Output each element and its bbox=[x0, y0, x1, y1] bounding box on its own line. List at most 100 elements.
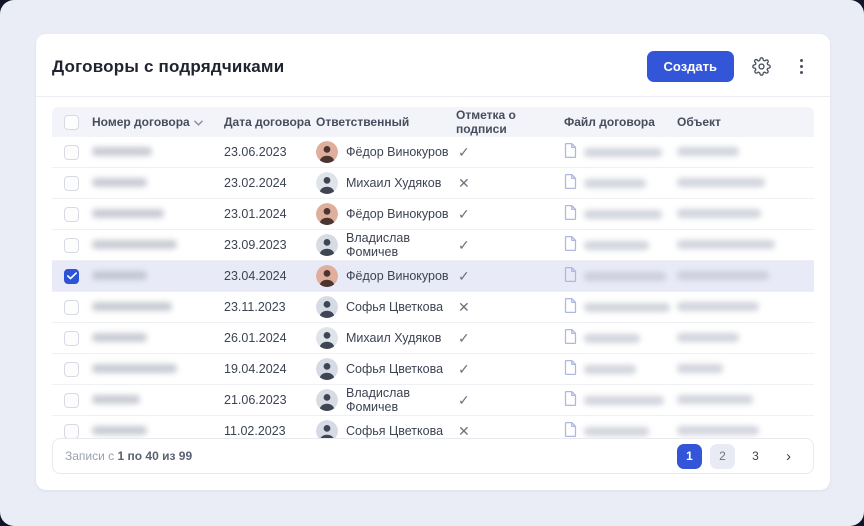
column-header-responsible[interactable]: Ответственный bbox=[316, 115, 456, 129]
card-header: Договоры с подрядчиками Создать bbox=[36, 34, 830, 97]
row-checkbox[interactable] bbox=[64, 269, 79, 284]
document-icon bbox=[564, 205, 577, 223]
signature-mark-icon: ✕ bbox=[456, 175, 564, 192]
contract-number-redacted bbox=[92, 238, 224, 252]
contract-date: 11.02.2023 bbox=[224, 424, 316, 438]
app-background: Договоры с подрядчиками Создать bbox=[0, 0, 864, 526]
contract-number-redacted bbox=[92, 362, 224, 376]
create-button[interactable]: Создать bbox=[647, 51, 734, 82]
signature-mark-icon: ✓ bbox=[456, 206, 564, 223]
table-body: 23.06.2023 Фёдор Винокуров ✓ 23.02.2024 … bbox=[52, 137, 814, 447]
table-row[interactable]: 23.09.2023 Владислав Фомичев ✓ bbox=[52, 230, 814, 261]
column-header-object[interactable]: Объект bbox=[677, 115, 814, 129]
contracts-card: Договоры с подрядчиками Создать bbox=[36, 34, 830, 490]
page-button-3[interactable]: 3 bbox=[743, 444, 768, 469]
contract-file-redacted bbox=[564, 267, 677, 285]
avatar bbox=[316, 296, 338, 318]
header-actions: Создать bbox=[647, 51, 814, 82]
table-row[interactable]: 23.01.2024 Фёдор Винокуров ✓ bbox=[52, 199, 814, 230]
responsible-name: Михаил Худяков bbox=[346, 176, 441, 190]
contract-date: 23.09.2023 bbox=[224, 238, 316, 252]
contract-date: 23.01.2024 bbox=[224, 207, 316, 221]
document-icon bbox=[564, 360, 577, 378]
object-redacted bbox=[677, 145, 814, 159]
signature-mark-icon: ✓ bbox=[456, 144, 564, 161]
row-checkbox[interactable] bbox=[64, 393, 79, 408]
contract-file-redacted bbox=[564, 329, 677, 347]
row-checkbox[interactable] bbox=[64, 331, 79, 346]
object-redacted bbox=[677, 207, 814, 221]
row-checkbox[interactable] bbox=[64, 176, 79, 191]
kebab-menu-icon bbox=[800, 59, 803, 74]
responsible-name: Владислав Фомичев bbox=[346, 231, 456, 259]
select-all-checkbox[interactable] bbox=[64, 115, 79, 130]
responsible-name: Владислав Фомичев bbox=[346, 386, 456, 414]
contract-date: 23.06.2023 bbox=[224, 145, 316, 159]
table-row[interactable]: 23.04.2024 Фёдор Винокуров ✓ bbox=[52, 261, 814, 292]
page-button-1[interactable]: 1 bbox=[677, 444, 702, 469]
responsible-name: Софья Цветкова bbox=[346, 300, 443, 314]
document-icon bbox=[564, 174, 577, 192]
contract-number-redacted bbox=[92, 176, 224, 190]
avatar bbox=[316, 203, 338, 225]
contract-date: 26.01.2024 bbox=[224, 331, 316, 345]
avatar bbox=[316, 358, 338, 380]
signature-mark-icon: ✓ bbox=[456, 392, 564, 409]
avatar bbox=[316, 234, 338, 256]
contract-date: 23.11.2023 bbox=[224, 300, 316, 314]
row-checkbox[interactable] bbox=[64, 145, 79, 160]
object-redacted bbox=[677, 331, 814, 345]
responsible-name: Фёдор Винокуров bbox=[346, 207, 449, 221]
column-header-file[interactable]: Файл договора bbox=[564, 115, 677, 129]
contract-file-redacted bbox=[564, 143, 677, 161]
object-redacted bbox=[677, 269, 814, 283]
column-header-signature[interactable]: Отметка о подписи bbox=[456, 108, 564, 136]
signature-mark-icon: ✓ bbox=[456, 330, 564, 347]
avatar bbox=[316, 265, 338, 287]
contract-number-redacted bbox=[92, 331, 224, 345]
object-redacted bbox=[677, 393, 814, 407]
contract-date: 21.06.2023 bbox=[224, 393, 316, 407]
object-redacted bbox=[677, 424, 814, 438]
responsible-name: Софья Цветкова bbox=[346, 362, 443, 376]
contract-number-redacted bbox=[92, 393, 224, 407]
table-row[interactable]: 23.11.2023 Софья Цветкова ✕ bbox=[52, 292, 814, 323]
signature-mark-icon: ✕ bbox=[456, 423, 564, 440]
contract-date: 23.04.2024 bbox=[224, 269, 316, 283]
column-header-contract-date[interactable]: Дата договора bbox=[224, 115, 316, 129]
object-redacted bbox=[677, 176, 814, 190]
contracts-table: Номер договора Дата договора Ответственн… bbox=[36, 97, 830, 447]
contract-number-redacted bbox=[92, 300, 224, 314]
table-header-row: Номер договора Дата договора Ответственн… bbox=[52, 107, 814, 137]
table-row[interactable]: 19.04.2024 Софья Цветкова ✓ bbox=[52, 354, 814, 385]
more-actions-button[interactable] bbox=[788, 54, 814, 80]
document-icon bbox=[564, 329, 577, 347]
avatar bbox=[316, 389, 338, 411]
row-checkbox[interactable] bbox=[64, 300, 79, 315]
row-checkbox[interactable] bbox=[64, 207, 79, 222]
row-checkbox[interactable] bbox=[64, 362, 79, 377]
contract-number-redacted bbox=[92, 424, 224, 438]
contract-file-redacted bbox=[564, 205, 677, 223]
table-row[interactable]: 23.06.2023 Фёдор Винокуров ✓ bbox=[52, 137, 814, 168]
row-checkbox[interactable] bbox=[64, 424, 79, 439]
gear-icon bbox=[752, 57, 771, 76]
table-row[interactable]: 26.01.2024 Михаил Худяков ✓ bbox=[52, 323, 814, 354]
responsible-name: Фёдор Винокуров bbox=[346, 269, 449, 283]
row-checkbox[interactable] bbox=[64, 238, 79, 253]
table-row[interactable]: 23.02.2024 Михаил Худяков ✕ bbox=[52, 168, 814, 199]
select-all-cell bbox=[52, 115, 92, 130]
next-page-button[interactable]: › bbox=[776, 444, 801, 469]
page-title: Договоры с подрядчиками bbox=[52, 57, 284, 77]
settings-button[interactable] bbox=[748, 54, 774, 80]
column-header-contract-number[interactable]: Номер договора bbox=[92, 115, 224, 129]
contract-file-redacted bbox=[564, 298, 677, 316]
page-button-2[interactable]: 2 bbox=[710, 444, 735, 469]
avatar bbox=[316, 141, 338, 163]
contract-number-redacted bbox=[92, 269, 224, 283]
object-redacted bbox=[677, 300, 814, 314]
table-row[interactable]: 21.06.2023 Владислав Фомичев ✓ bbox=[52, 385, 814, 416]
object-redacted bbox=[677, 238, 814, 252]
responsible-name: Софья Цветкова bbox=[346, 424, 443, 438]
contract-number-redacted bbox=[92, 145, 224, 159]
